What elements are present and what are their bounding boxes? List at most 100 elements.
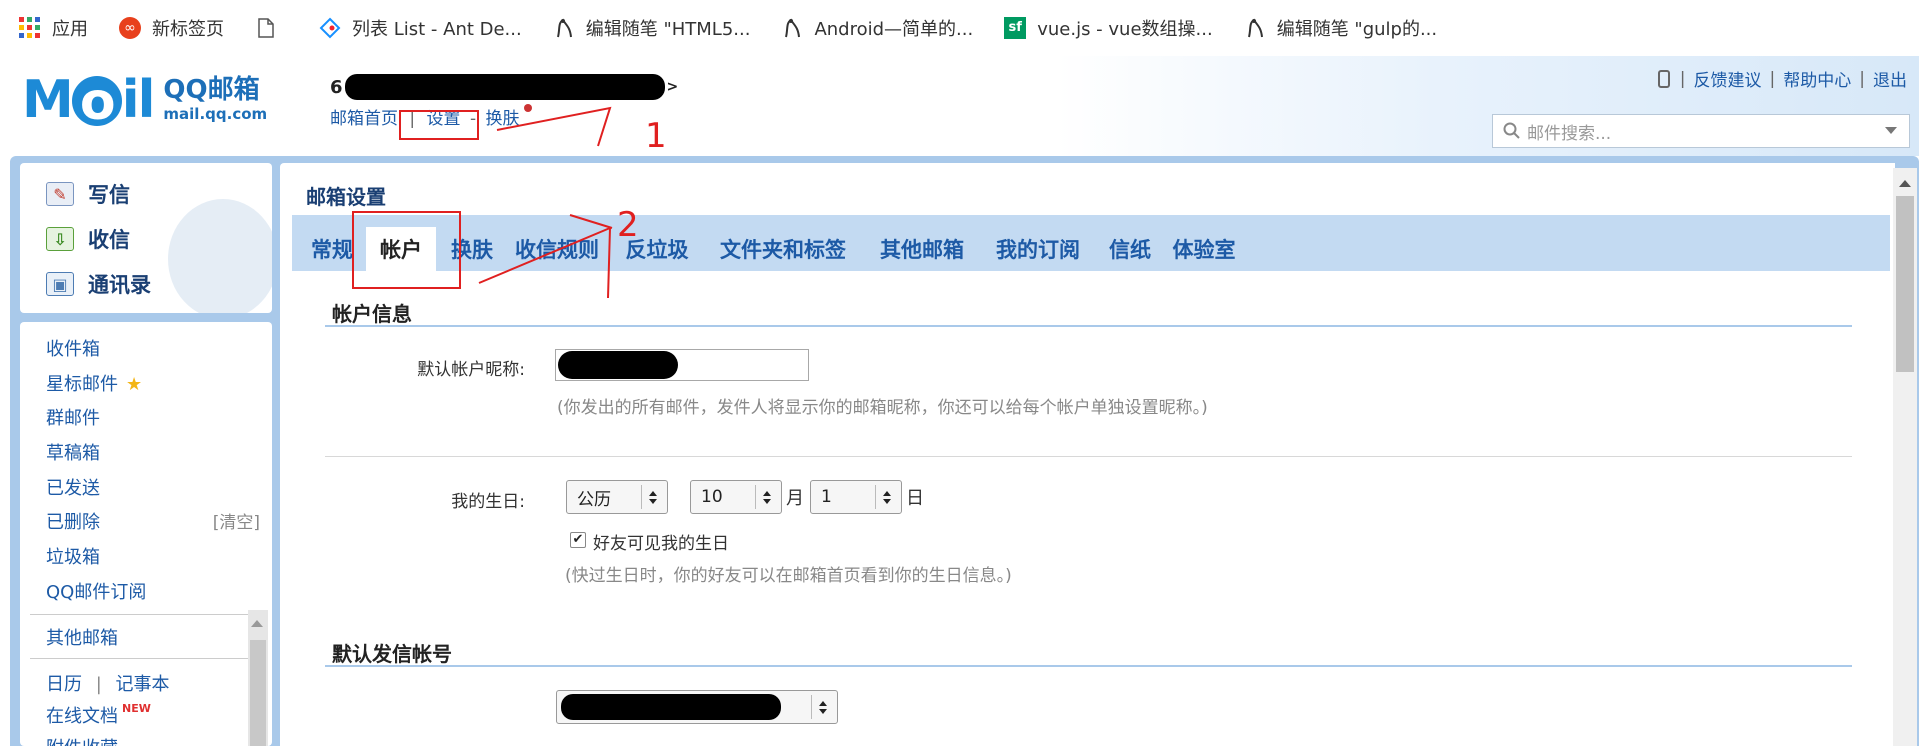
default-sender-heading: 默认发信帐号 (332, 642, 452, 666)
quick-actions-panel: ✎ 写信 ⇩ 收信 ▣ 通讯录 (20, 163, 272, 313)
tab-mail-rules[interactable]: 收信规则 (507, 227, 607, 271)
link-separator: | (1769, 68, 1776, 89)
help-center-link[interactable]: 帮助中心 (1783, 66, 1851, 91)
folder-other-mailbox[interactable]: 其他邮箱 (46, 624, 118, 650)
compose-button[interactable]: ✎ 写信 (46, 179, 130, 209)
bookmark-label: 应用 (52, 19, 88, 40)
notification-dot-icon (523, 104, 532, 112)
redacted-sender (561, 694, 781, 720)
bookmarks-bar: 应用 ∞ 新标签页 列表 List - Ant De... 编辑随笔 "HTML… (0, 0, 1919, 56)
birth-month-value: 10 (701, 487, 723, 507)
feedback-link[interactable]: 反馈建议 (1694, 66, 1762, 91)
infinity-icon: ∞ (118, 16, 142, 40)
inbox-button[interactable]: ⇩ 收信 (46, 224, 130, 254)
top-links: | 反馈建议 | 帮助中心 | 退出 (1657, 66, 1907, 91)
compose-icon: ✎ (46, 182, 74, 206)
online-docs-link[interactable]: 在线文档 NEW (46, 702, 151, 728)
bookmark-cnblogs-gulp[interactable]: 编辑随笔 "gulp的... (1243, 15, 1437, 41)
scroll-up-arrow-icon[interactable] (251, 620, 263, 627)
clear-deleted-link[interactable]: [清空] (213, 508, 260, 533)
skin-link[interactable]: 换肤 (486, 109, 520, 129)
tab-lab[interactable]: 体验室 (1166, 227, 1242, 271)
folder-starred[interactable]: 星标邮件 ★ (46, 370, 142, 396)
tab-stationery[interactable]: 信纸 (1104, 227, 1156, 271)
bookmark-new-tab[interactable]: ∞ 新标签页 (118, 15, 224, 41)
link-separator: | (1859, 68, 1865, 89)
account-name: 6 > (330, 74, 678, 100)
mobile-phone-icon[interactable] (1657, 69, 1670, 88)
chevron-down-icon[interactable] (1885, 127, 1897, 134)
compose-label: 写信 (88, 183, 130, 207)
bookmark-label: 列表 List - Ant De... (352, 19, 522, 40)
settings-panel: 邮箱设置 常规 帐户 换肤 收信规则 反垃圾 文件夹和标签 其他邮箱 我的订阅 … (280, 163, 1895, 746)
bookmark-label: 编辑随笔 "gulp的... (1276, 19, 1438, 40)
bookmark-page[interactable] (254, 16, 288, 40)
scroll-up-arrow-icon[interactable] (1899, 180, 1911, 187)
annotation-number-2: 2 (617, 205, 639, 245)
page-scrollbar-thumb[interactable] (1896, 196, 1914, 372)
ant-design-icon (318, 16, 342, 40)
divider (30, 658, 252, 659)
contacts-label: 通讯录 (88, 273, 151, 297)
calendar-link[interactable]: 日历 (46, 674, 82, 695)
birthday-label: 我的生日: (451, 492, 525, 512)
bookmark-ant-design[interactable]: 列表 List - Ant De... (318, 15, 522, 41)
cnblogs-icon (552, 16, 576, 40)
tab-folders-labels[interactable]: 文件夹和标签 (716, 227, 850, 271)
bookmark-cnblogs-html5[interactable]: 编辑随笔 "HTML5... (552, 15, 750, 41)
section-divider (325, 325, 1852, 327)
folder-deleted[interactable]: 已删除 (46, 508, 100, 534)
contacts-button[interactable]: ▣ 通讯录 (46, 269, 151, 299)
folder-inbox[interactable]: 收件箱 (46, 335, 100, 361)
search-icon (1503, 122, 1520, 139)
bookmark-label: 新标签页 (152, 19, 224, 40)
logo-text: QQ邮箱 mail.qq.com (163, 77, 267, 123)
tab-other-mailbox[interactable]: 其他邮箱 (870, 227, 974, 271)
mail-home-link[interactable]: 邮箱首页 (330, 109, 398, 129)
folder-sent[interactable]: 已发送 (46, 474, 100, 500)
apps-grid-icon (18, 16, 42, 40)
mail-logo-mark: Mo il (22, 70, 155, 132)
birth-day-value: 1 (821, 487, 832, 507)
settings-tabs: 常规 帐户 换肤 收信规则 反垃圾 文件夹和标签 其他邮箱 我的订阅 信纸 体验… (292, 215, 1890, 271)
search-placeholder: 邮件搜索... (1527, 123, 1612, 144)
folder-qq-subscription[interactable]: QQ邮件订阅 (46, 578, 146, 604)
select-arrows-icon (755, 485, 777, 509)
folder-drafts[interactable]: 草稿箱 (46, 439, 100, 465)
inbox-label: 收信 (88, 228, 130, 252)
folder-scrollbar-thumb[interactable] (250, 640, 266, 746)
logout-link[interactable]: 退出 (1873, 66, 1907, 91)
month-unit: 月 (786, 488, 804, 509)
bookmark-segmentfault[interactable]: sf vue.js - vue数组操... (1003, 15, 1213, 41)
tab-subscriptions[interactable]: 我的订阅 (986, 227, 1090, 271)
mail-search-input[interactable]: 邮件搜索... (1492, 114, 1910, 148)
birth-day-select[interactable]: 1 (810, 480, 902, 514)
annotation-box-settings (399, 110, 479, 140)
link-separator: | (95, 674, 102, 695)
friends-visible-checkbox[interactable]: ✔ (570, 532, 586, 548)
account-prefix: 6 (330, 76, 343, 98)
folder-group-mail[interactable]: 群邮件 (46, 404, 100, 430)
mail-header: Mo il QQ邮箱 mail.qq.com 6 > 邮箱首页 | 设置 - 换肤… (0, 56, 1919, 156)
inbox-download-icon: ⇩ (46, 227, 74, 251)
bookmark-apps[interactable]: 应用 (18, 15, 88, 41)
nickname-input[interactable] (555, 349, 809, 381)
birthday-hint: (快过生日时，你的好友可以在邮箱首页看到你的生日信息。) (565, 566, 1012, 586)
bookmark-label: vue.js - vue数组操... (1037, 19, 1213, 40)
online-docs-label: 在线文档 (46, 706, 118, 727)
notebook-link[interactable]: 记事本 (116, 674, 170, 695)
folder-spam[interactable]: 垃圾箱 (46, 543, 100, 569)
page-title: 邮箱设置 (306, 185, 386, 209)
divider (325, 456, 1852, 457)
annotation-number-1: 1 (645, 116, 667, 156)
day-unit: 日 (906, 488, 924, 509)
bookmark-cnblogs-android[interactable]: Android—简单的... (780, 15, 973, 41)
attachment-collection-link[interactable]: 附件收藏 (46, 734, 118, 746)
contacts-icon: ▣ (46, 272, 74, 296)
default-sender-select[interactable] (556, 690, 838, 724)
qq-mail-logo[interactable]: Mo il QQ邮箱 mail.qq.com (22, 70, 267, 132)
cnblogs-icon (1243, 16, 1267, 40)
calendar-type-select[interactable]: 公历 (566, 480, 668, 514)
bookmark-label: Android—简单的... (814, 19, 974, 40)
birth-month-select[interactable]: 10 (690, 480, 782, 514)
